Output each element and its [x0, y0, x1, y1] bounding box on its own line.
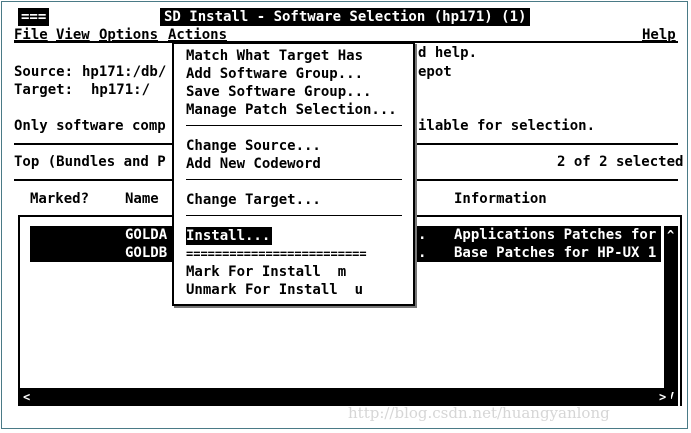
menu-item-manage-patch-selection[interactable]: Manage Patch Selection...: [186, 101, 397, 119]
target-value: hp171:/: [91, 82, 151, 98]
menu-item-install[interactable]: Install...: [186, 227, 273, 245]
menu-item-change-target[interactable]: Change Target...: [186, 191, 321, 209]
window-control-menu[interactable]: ===: [18, 8, 50, 26]
scroll-up-arrow-icon[interactable]: ^: [667, 226, 674, 244]
watermark-text: http://blog.csdn.net/huangyanlong: [348, 404, 610, 422]
selection-message-tail: ilable for selection.: [418, 118, 596, 134]
list-left-border: [18, 215, 20, 406]
row-dot: .: [418, 227, 427, 243]
row-name: GOLDB: [125, 245, 168, 261]
column-header-marked[interactable]: Marked?: [30, 190, 89, 208]
list-right-border: [680, 215, 682, 406]
row-dot: .: [418, 245, 427, 261]
target-label: Target:: [14, 82, 74, 98]
window-title: SD Install - Software Selection (hp171) …: [160, 8, 531, 26]
current-level-path: Top (Bundles and P: [14, 154, 166, 170]
column-header-information[interactable]: Information: [454, 190, 547, 208]
menu-double-separator: =========================: [186, 247, 367, 261]
menu-separator: [186, 215, 402, 216]
menu-item-add-software-group[interactable]: Add Software Group...: [186, 65, 363, 83]
source-value: hp171:/db/: [82, 64, 167, 80]
menu-item-save-software-group[interactable]: Save Software Group...: [186, 83, 371, 101]
actions-menu: Match What Target Has Add Software Group…: [172, 42, 415, 306]
menu-item-match-what-target-has[interactable]: Match What Target Has: [186, 47, 363, 65]
row-information: Applications Patches for: [454, 227, 657, 243]
source-label: Source:: [14, 64, 74, 80]
selection-message: Only software comp: [14, 118, 166, 134]
selection-count: 2 of 2 selected: [557, 154, 684, 170]
menu-item-add-new-codeword[interactable]: Add New Codeword: [186, 155, 321, 173]
scroll-left-arrow-icon[interactable]: <: [23, 388, 30, 406]
menu-item-change-source[interactable]: Change Source...: [186, 137, 321, 155]
row-name: GOLDA: [125, 227, 168, 243]
menu-item-mark-for-install[interactable]: Mark For Install m: [186, 263, 346, 281]
menu-separator: [186, 125, 402, 126]
vertical-scrollbar[interactable]: [664, 226, 678, 406]
row-information: Base Patches for HP-UX 1: [454, 245, 657, 261]
menu-item-unmark-for-install[interactable]: Unmark For Install u: [186, 281, 363, 299]
menu-separator: [186, 179, 402, 180]
help-hint: d help.: [418, 45, 478, 61]
column-header-name[interactable]: Name: [125, 190, 159, 208]
source-value-tail: epot: [418, 64, 452, 80]
scroll-right-arrow-icon[interactable]: >: [659, 388, 666, 406]
